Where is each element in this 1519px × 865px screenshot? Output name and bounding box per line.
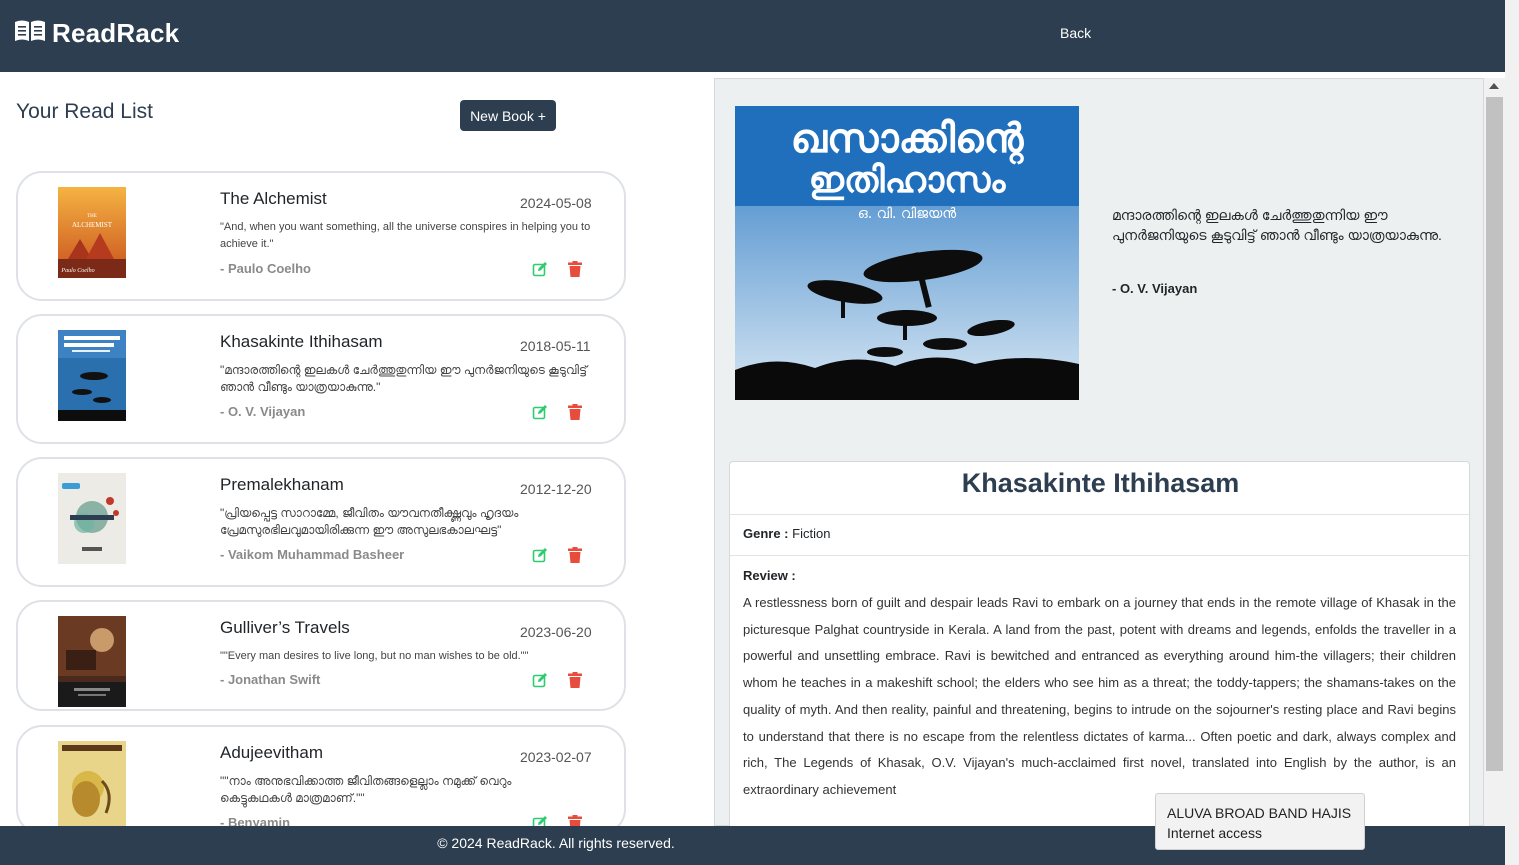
detail-cover-author: ഒ. വി. വിജയൻ [858, 206, 957, 222]
detail-cover-image: ഖസാക്കിന്റെ ഇതിഹാസം ഒ. വി. വിജയൻ [735, 106, 1079, 400]
edit-icon[interactable] [532, 261, 548, 277]
navbar: ReadRack Back [0, 0, 1505, 72]
brand[interactable]: ReadRack [14, 18, 179, 49]
book-quote: ""Every man desires to live long, but no… [220, 650, 529, 662]
genre-value: Fiction [792, 526, 831, 541]
book-author: - Jonathan Swift [220, 672, 321, 687]
book-author: - Paulo Coelho [220, 261, 311, 276]
book-date: 2012-12-20 [520, 481, 592, 497]
cover-text: ALCHEMIST [72, 221, 113, 229]
book-card-gullivers-travels[interactable]: Gulliver’s Travels 2023-06-20 ""Every ma… [16, 600, 626, 711]
book-open-icon [14, 19, 46, 48]
cover-text: Paulo Coelho [60, 268, 94, 274]
detail-cover-title: ഖസാക്കിന്റെ [791, 116, 1025, 165]
detail-author: - O. V. Vijayan [1112, 281, 1198, 296]
genre-row: Genre : Fiction [743, 526, 830, 541]
trash-icon[interactable] [568, 547, 582, 563]
edit-icon[interactable] [532, 404, 548, 420]
detail-cover-title: ഇതിഹാസം [809, 160, 1007, 201]
book-author: - Vaikom Muhammad Basheer [220, 547, 405, 562]
book-quote: ""നാം അനുഭവിക്കാത്ത ജീവിതങ്ങളെല്ലാം നമുക… [220, 774, 512, 805]
book-quote: "And, when you want something, all the u… [220, 221, 591, 250]
book-quote: "മന്ദാരത്തിന്റെ ഇലകൾ ചേർത്തുതുന്നിയ ഈ പു… [220, 363, 588, 394]
trash-icon[interactable] [568, 672, 582, 688]
book-card-adujeevitham[interactable]: Adujeevitham 2023-02-07 ""നാം അനുഭവിക്കാ… [16, 725, 626, 835]
edit-icon[interactable] [532, 547, 548, 563]
book-info-card: Khasakinte Ithihasam Genre : Fiction Rev… [729, 461, 1471, 841]
book-title: Premalekhanam [220, 475, 344, 494]
brand-name: ReadRack [52, 18, 180, 48]
detail-quote: മന്ദാരത്തിന്റെ ഇലകൾ ചേർത്തുതുന്നിയ ഈ പുന… [1112, 207, 1442, 243]
divider [730, 555, 1471, 556]
book-card-premalekhanam[interactable]: Premalekhanam 2012-12-20 "പ്രിയപ്പെട്ട സ… [16, 457, 626, 587]
book-date: 2023-06-20 [520, 624, 592, 640]
trash-icon[interactable] [568, 261, 582, 277]
book-cover-image [58, 741, 126, 832]
network-name: ALUVA BROAD BAND HAJIS [1167, 805, 1352, 821]
page-title: Your Read List [16, 100, 153, 123]
book-title: Khasakinte Ithihasam [220, 332, 383, 351]
book-title: Gulliver’s Travels [220, 618, 350, 637]
book-date: 2018-05-11 [520, 338, 591, 354]
book-author: - O. V. Vijayan [220, 404, 306, 419]
book-date: 2024-05-08 [520, 195, 592, 211]
book-title: Adujeevitham [220, 743, 324, 762]
footer-text: © 2024 ReadRack. All rights reserved. [437, 835, 675, 851]
book-card-khasakinte-ithihasam[interactable]: Khasakinte Ithihasam 2018-05-11 "മന്ദാരത… [16, 314, 626, 444]
book-quote: "പ്രിയപ്പെട്ട സാറാമ്മേ, ജീവിതം യൗവനതീക്ഷ… [220, 506, 519, 537]
detail-book-title: Khasakinte Ithihasam [961, 468, 1240, 498]
window-scrollbar[interactable] [1505, 0, 1519, 865]
new-book-button[interactable]: New Book + [460, 100, 556, 131]
book-cover-image [58, 616, 126, 707]
scroll-up-arrow-icon[interactable] [1489, 83, 1499, 89]
book-date: 2023-02-07 [520, 749, 592, 765]
network-status: Internet access [1167, 825, 1262, 841]
cover-text: THE [87, 214, 97, 219]
edit-icon[interactable] [532, 672, 548, 688]
book-cover-image [58, 473, 126, 564]
network-tooltip: ALUVA BROAD BAND HAJIS Internet access [1155, 793, 1365, 850]
book-cover-image [58, 330, 126, 421]
book-card-the-alchemist[interactable]: THE ALCHEMIST Paulo Coelho The Alchemist… [16, 171, 626, 301]
book-title: The Alchemist [220, 189, 327, 208]
genre-label: Genre : [743, 526, 789, 541]
trash-icon[interactable] [568, 404, 582, 420]
book-cover-image: THE ALCHEMIST Paulo Coelho [58, 187, 126, 278]
review-label: Review : [743, 568, 796, 583]
book-detail-panel: ഖസാക്കിന്റെ ഇതിഹാസം ഒ. വി. വിജയൻ മന്ദാരത… [714, 78, 1484, 841]
panel-scrollbar-thumb[interactable] [1486, 97, 1503, 771]
back-link[interactable]: Back [1060, 25, 1091, 41]
review-text: A restlessness born of guilt and despair… [743, 595, 1456, 797]
divider [730, 514, 1471, 515]
